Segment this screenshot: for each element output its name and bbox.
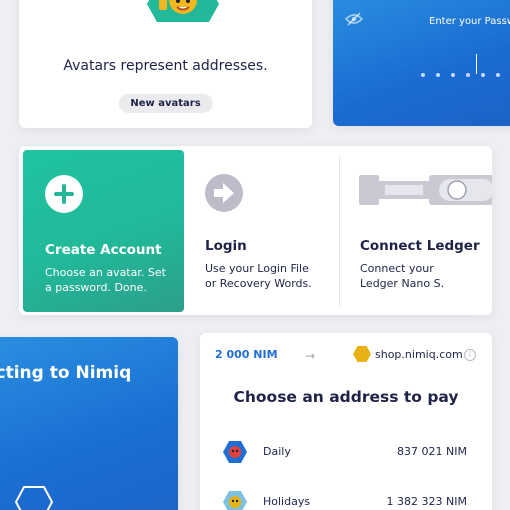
login-description: Use your Login File or Recovery Words. <box>205 262 312 290</box>
address-name: Holidays <box>263 495 311 508</box>
address-balance: 837 021 NIM <box>397 445 467 458</box>
payment-amount: 2 000 NIM <box>215 348 278 361</box>
password-label: Enter your Passwo <box>429 16 510 27</box>
password-card: Enter your Passwo <box>333 0 510 126</box>
avatar-icon <box>147 0 219 22</box>
arrow-right-icon: → <box>305 349 316 363</box>
plus-circle-icon <box>45 175 83 213</box>
address-avatar-icon <box>223 491 247 510</box>
text-cursor <box>476 54 477 74</box>
avatars-card: Avatars represent addresses. New avatars <box>19 0 312 128</box>
connect-ledger-description: Connect your Ledger Nano S. <box>360 262 445 290</box>
login-option[interactable]: Login Use your Login File or Recovery Wo… <box>184 150 339 312</box>
address-row[interactable]: Holidays 1 382 323 NIM <box>200 487 492 510</box>
connecting-card: ecting to Nimiq <box>0 337 178 510</box>
create-account-description: Choose an avatar. Set a password. Done. <box>45 266 166 294</box>
login-title: Login <box>205 238 247 254</box>
pay-title: Choose an address to pay <box>233 388 459 406</box>
connecting-text: ecting to Nimiq <box>0 363 132 383</box>
connect-ledger-option[interactable]: Connect Ledger Connect your Ledger Nano … <box>340 150 492 312</box>
create-account-title: Create Account <box>45 242 162 258</box>
address-name: Daily <box>263 445 291 458</box>
arrow-right-circle-icon <box>205 174 243 212</box>
shop-name: shop.nimiq.com <box>375 348 463 361</box>
create-account-option[interactable]: Create Account Choose an avatar. Set a p… <box>23 150 184 312</box>
password-input[interactable] <box>421 64 510 77</box>
avatars-description: Avatars represent addresses. <box>63 58 268 74</box>
login-options-card: Create Account Choose an avatar. Set a p… <box>19 146 492 315</box>
info-icon[interactable]: i <box>464 349 476 361</box>
hexagon-loader-icon <box>14 486 54 510</box>
shop-hexagon-icon <box>353 346 371 362</box>
ledger-device-icon <box>359 175 492 205</box>
address-row[interactable]: Daily 837 021 NIM <box>200 437 492 467</box>
payment-card: 2 000 NIM → shop.nimiq.com i Choose an a… <box>200 333 492 510</box>
address-balance: 1 382 323 NIM <box>386 495 467 508</box>
eye-off-icon[interactable] <box>345 12 363 26</box>
address-avatar-icon <box>223 441 247 463</box>
connect-ledger-title: Connect Ledger <box>360 238 480 254</box>
new-avatars-button[interactable]: New avatars <box>118 94 213 113</box>
